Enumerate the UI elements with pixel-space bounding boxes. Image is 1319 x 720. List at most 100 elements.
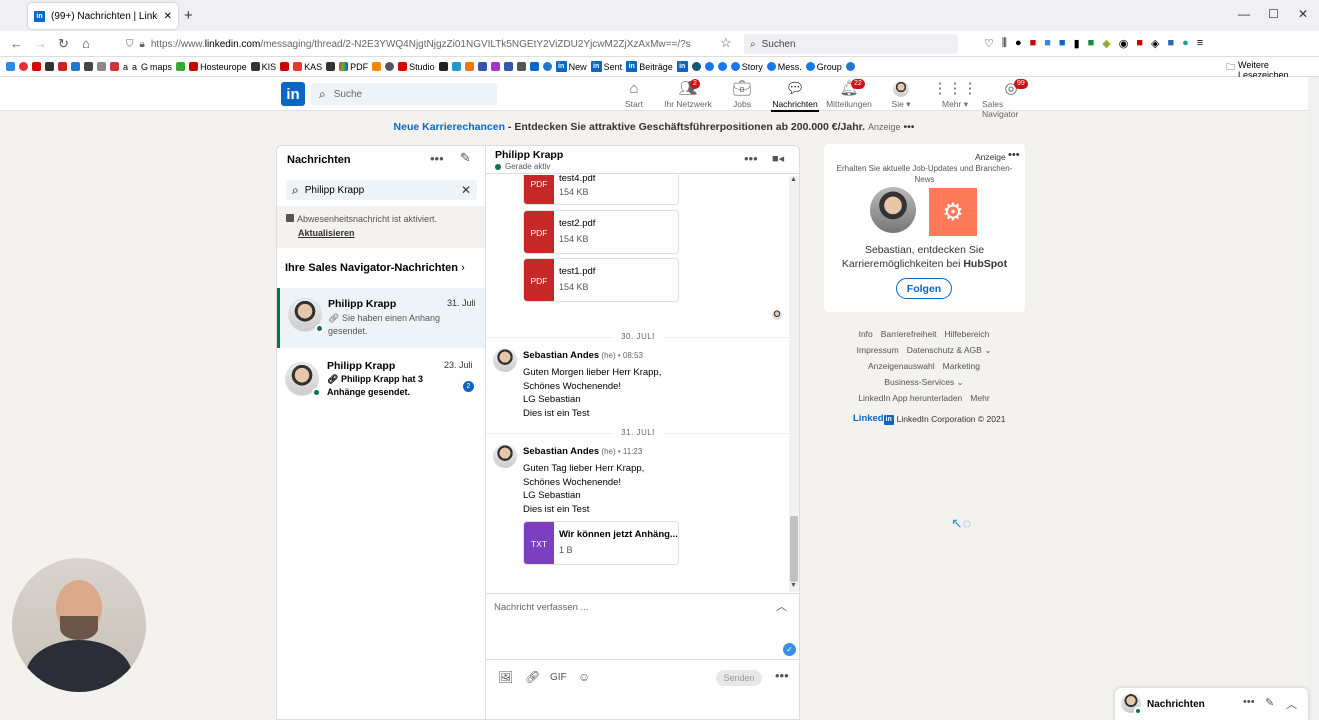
bookmark-story[interactable]: Story	[730, 62, 763, 72]
bookmark-icon[interactable]	[326, 62, 336, 71]
bookmark-icon[interactable]	[845, 62, 855, 71]
footer-link[interactable]: Anzeigenauswahl	[868, 361, 935, 371]
extension-icon[interactable]: ▮	[1074, 37, 1080, 50]
page-scrollbar[interactable]	[1308, 77, 1319, 720]
linkedin-search-input[interactable]: ⌕ Suche	[311, 83, 497, 105]
bookmark-icon[interactable]	[451, 62, 461, 71]
footer-link[interactable]: LinkedIn App herunterladen	[858, 393, 962, 403]
scroll-up-icon[interactable]: ▲	[790, 176, 797, 183]
extension-icon[interactable]: ■	[1088, 37, 1095, 50]
emoji-icon[interactable]: ☺	[578, 670, 590, 684]
bookmark-mess[interactable]: Mess.	[766, 62, 802, 72]
bookmark-studio[interactable]: Studio	[398, 62, 435, 72]
nav-me[interactable]: Sie ▾	[889, 79, 913, 110]
more-dots-icon[interactable]: •••	[775, 668, 789, 683]
footer-link[interactable]: Datenschutz & AGB ⌄	[907, 345, 992, 355]
reload-icon[interactable]: ↻	[58, 36, 69, 52]
bookmark-amazon[interactable]: a	[132, 62, 137, 72]
thread-contact-name[interactable]: Philipp Krapp	[495, 149, 563, 161]
bookmark-icon[interactable]	[438, 62, 448, 71]
nav-messaging[interactable]: 💬︎ Nachrichten	[771, 79, 819, 112]
home-icon[interactable]: ⌂	[82, 36, 90, 51]
bookmark-icon[interactable]	[503, 62, 513, 71]
bookmark-icon[interactable]	[691, 62, 701, 71]
file-attachment[interactable]: PDF test1.pdf 154 KB	[523, 258, 679, 302]
extension-icon[interactable]: ●	[1182, 37, 1189, 50]
minimize-icon[interactable]: —	[1238, 7, 1250, 21]
menu-icon[interactable]: ≡	[1197, 37, 1203, 50]
bookmark-icon[interactable]	[385, 62, 395, 71]
paperclip-icon[interactable]: 🔗︎	[525, 670, 540, 684]
nav-sales-navigator[interactable]: ◎ Sales Navigator 99	[982, 79, 1040, 119]
close-window-icon[interactable]: ✕	[1298, 7, 1308, 21]
extension-icon[interactable]: ■	[1059, 37, 1066, 50]
thread-scrollbar-thumb[interactable]	[790, 516, 798, 582]
extension-icon[interactable]: ◆	[1102, 37, 1110, 50]
compose-area[interactable]: Nachricht verfassen ... ︿ ✓	[486, 593, 800, 659]
forward-icon[interactable]: →	[34, 36, 47, 51]
bookmark-icon[interactable]	[176, 62, 186, 71]
extension-icon[interactable]: ■	[1136, 37, 1143, 50]
bookmark-beitraege[interactable]: in Beiträge	[626, 61, 673, 72]
image-icon[interactable]: 🖼︎	[498, 670, 513, 684]
scroll-down-icon[interactable]: ▼	[790, 582, 797, 589]
bookmark-icon[interactable]	[477, 62, 487, 71]
browser-search-input[interactable]: ⌕ Suchen	[744, 34, 958, 54]
footer-link[interactable]: Info	[859, 329, 873, 339]
bookmark-star-icon[interactable]: ☆	[720, 35, 732, 51]
bookmark-icon[interactable]	[516, 62, 526, 71]
bookmark-icon[interactable]	[6, 62, 15, 71]
maximize-icon[interactable]: ☐	[1268, 7, 1279, 21]
bookmark-icon[interactable]	[280, 62, 290, 71]
bookmark-icon[interactable]	[19, 62, 28, 71]
library-icon[interactable]: ⫼	[1002, 37, 1007, 50]
more-dots-icon[interactable]: •••	[744, 151, 758, 166]
ad-banner[interactable]: Neue Karrierechancen - Entdecken Sie att…	[0, 121, 1308, 133]
extension-icon[interactable]: ●	[1015, 37, 1022, 50]
nav-start[interactable]: ⌂ Start	[620, 79, 648, 109]
clear-search-icon[interactable]: ✕	[461, 183, 471, 197]
message-sender[interactable]: Sebastian Andes (he) • 08:53	[523, 350, 643, 361]
conversation-item[interactable]: Philipp Krapp 23. Juli 🔗︎ Philipp Krapp …	[277, 350, 485, 406]
linkedin-logo-icon[interactable]: in	[281, 82, 305, 106]
extension-icon[interactable]: ■	[1044, 37, 1051, 50]
facebook-icon[interactable]	[704, 62, 714, 71]
footer-link[interactable]: Impressum	[857, 345, 899, 355]
footer-link[interactable]: Marketing	[943, 361, 980, 371]
more-dots-icon[interactable]: •••	[1008, 149, 1020, 161]
back-icon[interactable]: ←	[10, 36, 23, 51]
extension-icon[interactable]: ◈	[1151, 37, 1159, 50]
bookmark-pdf[interactable]: PDF	[339, 62, 368, 72]
conversation-search-input[interactable]: ⌕ Philipp Krapp ✕	[286, 180, 477, 200]
youtube-icon[interactable]	[32, 62, 41, 71]
bookmark-icon[interactable]	[490, 62, 500, 71]
bookmark-icon[interactable]	[542, 62, 552, 71]
nav-more[interactable]: ⋮⋮⋮ Mehr ▾	[933, 79, 978, 110]
message-sender[interactable]: Sebastian Andes (he) • 11:23	[523, 446, 642, 457]
more-dots-icon[interactable]: •••	[430, 151, 444, 166]
extension-icon[interactable]: ■	[1030, 37, 1037, 50]
nav-jobs[interactable]: 💼︎ Jobs	[729, 79, 755, 109]
video-call-icon[interactable]: ■◂	[772, 152, 784, 165]
file-attachment[interactable]: PDF test4.pdf 154 KB	[523, 175, 679, 205]
bookmark-amazon[interactable]: a	[123, 62, 128, 72]
bookmark-icon[interactable]	[58, 62, 67, 71]
nav-network[interactable]: 👥︎ Ihr Netzwerk 2	[664, 79, 712, 109]
footer-link[interactable]: Mehr	[970, 393, 989, 403]
compose-icon[interactable]: ✎	[1265, 696, 1274, 709]
bookmark-kis[interactable]: KIS	[250, 62, 276, 72]
compose-icon[interactable]: ✎	[460, 150, 471, 166]
bookmark-maps[interactable]: G maps	[141, 62, 172, 72]
bookmark-icon[interactable]	[45, 62, 54, 71]
bookmark-icon[interactable]	[372, 62, 382, 71]
chevron-up-icon[interactable]: ︿	[1286, 696, 1297, 712]
bookmark-icon[interactable]	[71, 62, 80, 71]
bookmark-icon[interactable]	[464, 62, 474, 71]
bookmark-icon[interactable]: in	[676, 61, 688, 72]
browser-tab[interactable]: in (99+) Nachrichten | LinkedIn ✕	[28, 3, 178, 29]
update-link[interactable]: Aktualisieren	[298, 228, 485, 238]
footer-link[interactable]: Hilfebereich	[945, 329, 990, 339]
more-dots-icon[interactable]: •••	[1243, 696, 1255, 708]
follow-button[interactable]: Folgen	[896, 278, 952, 299]
footer-link[interactable]: Barrierefreiheit	[881, 329, 937, 339]
